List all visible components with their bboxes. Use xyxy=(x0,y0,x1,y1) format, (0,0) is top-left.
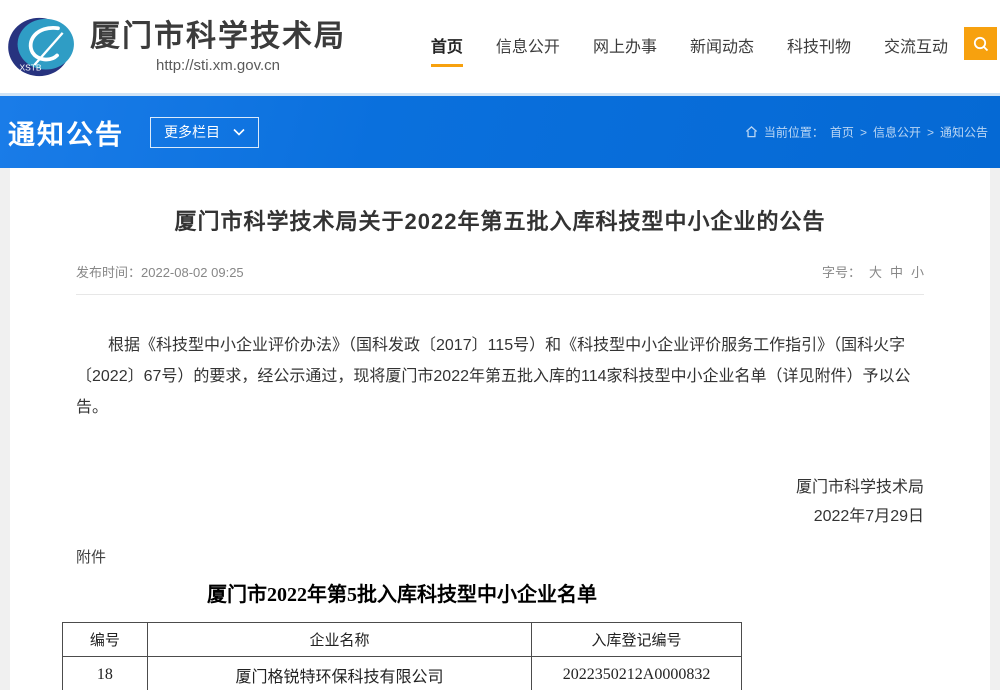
font-size-control: 字号： 大 中 小 xyxy=(822,262,924,281)
publish-time-label: 发布时间： xyxy=(76,265,141,280)
attachment-table-title: 厦门市2022年第5批入库科技型中小企业名单 xyxy=(62,578,742,607)
attachment-label: 附件 xyxy=(76,546,924,567)
publish-time: 发布时间：2022-08-02 09:25 xyxy=(76,262,244,281)
site-logo-icon: XSTB xyxy=(8,16,76,78)
company-roster-table: 编号 企业名称 入库登记编号 18 厦门格锐特环保科技有限公司 20223502… xyxy=(62,622,742,690)
nav-item-news[interactable]: 新闻动态 xyxy=(690,33,754,64)
signature-date: 2022年7月29日 xyxy=(76,502,924,531)
site-title: 厦门市科学技术局 xyxy=(90,20,346,54)
font-size-medium[interactable]: 中 xyxy=(890,262,903,281)
svg-text:XSTB: XSTB xyxy=(19,62,41,72)
search-icon xyxy=(972,35,990,53)
article-title: 厦门市科学技术局关于2022年第五批入库科技型中小企业的公告 xyxy=(76,168,924,236)
more-columns-label: 更多栏目 xyxy=(164,122,220,142)
font-size-label: 字号： xyxy=(822,262,861,281)
column-header-name: 企业名称 xyxy=(147,623,531,657)
site-brand: 厦门市科学技术局 http://sti.xm.gov.cn xyxy=(90,20,346,74)
article-paragraph: 根据《科技型中小企业评价办法》（国科发政〔2017〕115号）和《科技型中小企业… xyxy=(76,330,924,423)
nav-item-journal[interactable]: 科技刊物 xyxy=(787,33,851,64)
section-banner: 通知公告 更多栏目 当前位置： 首页 > 信息公开 > 通知公告 xyxy=(0,96,1000,168)
publish-time-value: 2022-08-02 09:25 xyxy=(141,265,244,280)
section-title: 通知公告 xyxy=(8,113,124,152)
article-page: 厦门市科学技术局关于2022年第五批入库科技型中小企业的公告 发布时间：2022… xyxy=(10,168,990,690)
table-row: 18 厦门格锐特环保科技有限公司 2022350212A0000832 xyxy=(63,657,742,690)
more-columns-button[interactable]: 更多栏目 xyxy=(150,117,259,148)
main-nav: 首页 信息公开 网上办事 新闻动态 科技刊物 交流互动 xyxy=(431,33,948,67)
column-header-no: 编号 xyxy=(63,623,148,657)
breadcrumb-info[interactable]: 信息公开 xyxy=(873,124,921,141)
nav-item-interact[interactable]: 交流互动 xyxy=(884,33,948,64)
cell-name: 厦门格锐特环保科技有限公司 xyxy=(147,657,531,690)
font-size-large[interactable]: 大 xyxy=(869,262,882,281)
breadcrumb-prefix: 当前位置： xyxy=(764,124,824,141)
breadcrumb-home[interactable]: 首页 xyxy=(830,124,854,141)
chevron-down-icon xyxy=(233,128,245,136)
article-meta: 发布时间：2022-08-02 09:25 字号： 大 中 小 xyxy=(76,262,924,281)
nav-item-info[interactable]: 信息公开 xyxy=(496,33,560,64)
home-icon xyxy=(745,126,758,139)
font-size-small[interactable]: 小 xyxy=(911,262,924,281)
nav-item-home[interactable]: 首页 xyxy=(431,33,463,67)
meta-divider xyxy=(76,294,924,295)
nav-item-services[interactable]: 网上办事 xyxy=(593,33,657,64)
attachment-section: 厦门市2022年第5批入库科技型中小企业名单 编号 企业名称 入库登记编号 18… xyxy=(62,578,742,690)
breadcrumb-separator: > xyxy=(860,125,867,139)
table-header-row: 编号 企业名称 入库登记编号 xyxy=(63,623,742,657)
breadcrumb-notice[interactable]: 通知公告 xyxy=(940,124,988,141)
cell-reg: 2022350212A0000832 xyxy=(532,657,742,690)
site-url: http://sti.xm.gov.cn xyxy=(90,57,346,74)
column-header-reg: 入库登记编号 xyxy=(532,623,742,657)
signature-block: 厦门市科学技术局 2022年7月29日 xyxy=(76,473,924,531)
cell-no: 18 xyxy=(63,657,148,690)
search-button[interactable] xyxy=(964,27,997,60)
signature-org: 厦门市科学技术局 xyxy=(76,473,924,502)
site-header: XSTB 厦门市科学技术局 http://sti.xm.gov.cn 首页 信息… xyxy=(0,0,1000,93)
breadcrumb-separator: > xyxy=(927,125,934,139)
breadcrumb: 当前位置： 首页 > 信息公开 > 通知公告 xyxy=(745,124,988,141)
